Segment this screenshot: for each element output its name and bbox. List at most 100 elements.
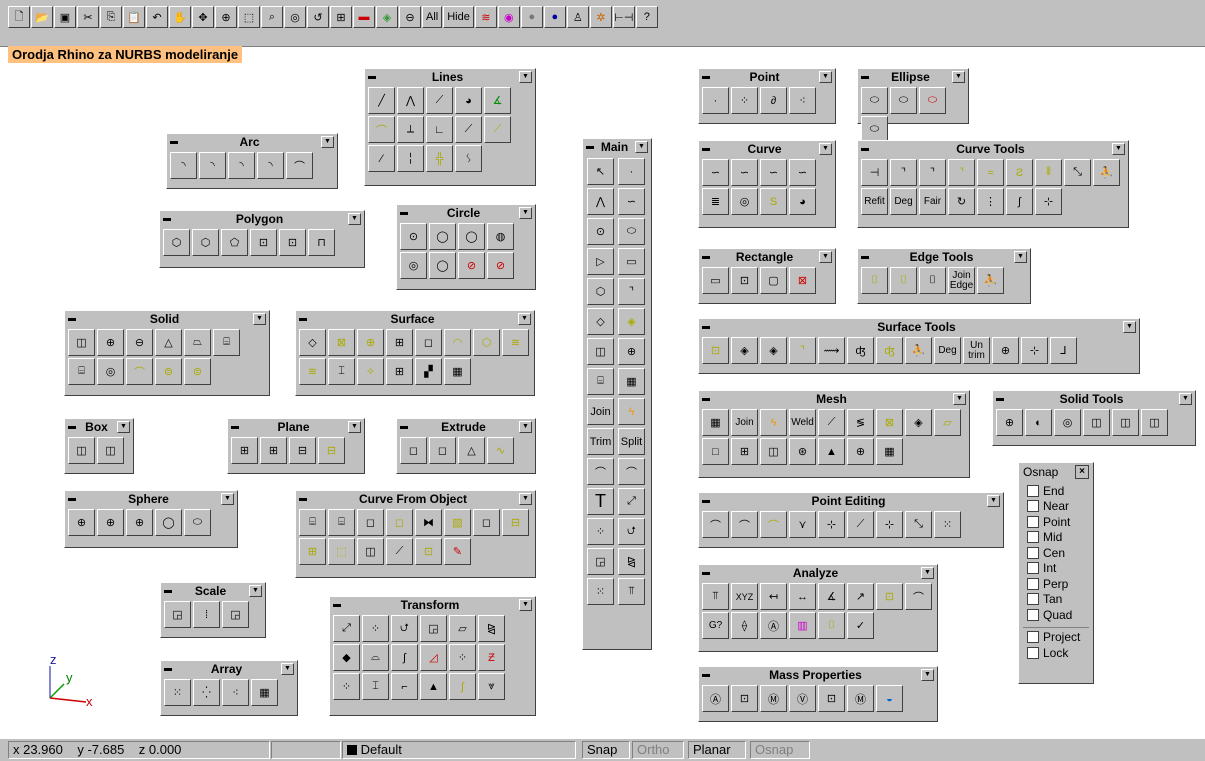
zebra-icon[interactable]: ▥ [789, 612, 816, 639]
surface-direction-icon[interactable]: ⅃ [1050, 337, 1077, 364]
sphere-center-icon[interactable]: ⊕ [68, 509, 95, 536]
panel-menu-icon[interactable] [170, 140, 178, 144]
select-arrow-icon[interactable]: ↖ [587, 158, 614, 185]
draft-angle-icon[interactable]: ⌷ [818, 612, 845, 639]
mesh-main-icon[interactable]: ▦ [618, 368, 645, 395]
line-bisector-icon[interactable]: ∟ [426, 116, 453, 143]
distance-icon[interactable]: ↔ [789, 583, 816, 610]
panel-menu-icon[interactable] [702, 147, 710, 151]
panel-menu-icon[interactable] [299, 317, 307, 321]
insert-knot-surface-icon[interactable]: ⊹ [1021, 337, 1048, 364]
checkbox[interactable] [1027, 484, 1039, 497]
orient-icon[interactable]: ◆ [333, 644, 360, 671]
ellipsoid-icon[interactable]: ⊖ [126, 329, 153, 356]
chevron-down-icon[interactable]: ▼ [819, 71, 832, 83]
polyline-main-icon[interactable]: ⋀ [587, 188, 614, 215]
extrude-curve-icon[interactable]: ◻ [429, 437, 456, 464]
bend-icon[interactable]: ⌶ [362, 673, 389, 700]
move-icon[interactable]: ⤢ [333, 615, 360, 642]
panel-menu-icon[interactable] [299, 497, 307, 501]
blend-curves-icon[interactable]: ⌝ [948, 159, 975, 186]
remove-point-icon[interactable]: ⟋ [847, 511, 874, 538]
pan-hand-icon[interactable]: ✋ [169, 6, 191, 28]
mesh-plane-icon[interactable]: ▱ [934, 409, 961, 436]
osnap-near[interactable]: Near [1019, 499, 1093, 515]
text-button[interactable]: T [587, 488, 614, 515]
chamfer-icon[interactable]: ⌒ [618, 458, 645, 485]
chevron-down-icon[interactable]: ▼ [953, 393, 966, 405]
merge-edge-icon[interactable]: ⌷ [919, 267, 946, 294]
point-icon[interactable]: · [618, 158, 645, 185]
mesh-unweld-icon[interactable]: ⟋ [818, 409, 845, 436]
chevron-down-icon[interactable]: ▼ [280, 663, 294, 675]
surface-edge-icon[interactable]: ⊠ [328, 329, 355, 356]
area-mass-icon[interactable]: Ⓐ [702, 685, 729, 712]
extend-surface-icon[interactable]: ⊡ [702, 337, 729, 364]
circle-tan-tan-icon[interactable]: ⊘ [458, 252, 485, 279]
osnap-quad[interactable]: Quad [1019, 607, 1093, 623]
angle-icon[interactable]: ∡ [818, 583, 845, 610]
cplane-icon[interactable]: ◈ [376, 6, 398, 28]
panel-menu-icon[interactable] [163, 217, 171, 221]
extrude-ribbon-icon[interactable]: ∿ [487, 437, 514, 464]
cylinder-main-icon[interactable]: ⌸ [587, 368, 614, 395]
panel-menu-icon[interactable] [996, 397, 1004, 401]
mesh-from-nurbs-icon[interactable]: ▦ [702, 409, 729, 436]
curve-on-surface-icon[interactable]: ◕ [789, 188, 816, 215]
contour-icon[interactable]: ◻ [357, 509, 384, 536]
twist-icon[interactable]: ∫ [391, 644, 418, 671]
merge-surface-icon[interactable]: ʤ [876, 337, 903, 364]
chevron-down-icon[interactable]: ▼ [518, 207, 532, 219]
curve-cv-icon[interactable]: ∽ [702, 159, 729, 186]
area-icon[interactable]: Ⓐ [760, 612, 787, 639]
multi-point-icon[interactable]: ⁘ [731, 87, 758, 114]
project-icon[interactable]: ▧ [444, 509, 471, 536]
spiral-icon[interactable]: ◎ [731, 188, 758, 215]
mesh-grid-icon[interactable]: ⊞ [731, 438, 758, 465]
osnap-cen[interactable]: Cen [1019, 545, 1093, 561]
panel-menu-icon[interactable] [68, 425, 76, 429]
match-surface-icon[interactable]: ʤ [847, 337, 874, 364]
polygon-rect-icon[interactable]: ⊓ [308, 229, 335, 256]
helix-icon[interactable]: ≣ [702, 188, 729, 215]
insert-knot-icon[interactable]: ⊹ [1035, 188, 1062, 215]
chevron-down-icon[interactable]: ▼ [253, 313, 266, 325]
polygon-star-icon[interactable]: ⊡ [279, 229, 306, 256]
curve-sketch-icon[interactable]: ∽ [760, 159, 787, 186]
insert-kink-icon[interactable]: ⊹ [876, 511, 903, 538]
rectangle-main-icon[interactable]: ▭ [618, 248, 645, 275]
viewports-icon[interactable]: ⊞ [330, 6, 352, 28]
flow-icon[interactable]: ⌓ [362, 644, 389, 671]
taper-icon[interactable]: ⌐ [391, 673, 418, 700]
duplicate-edge-icon[interactable]: ⌸ [299, 509, 326, 536]
xyz-button[interactable]: XYZ [731, 583, 758, 610]
mesh-cone-icon[interactable]: ▲ [818, 438, 845, 465]
osnap-int[interactable]: Int [1019, 561, 1093, 577]
boolean-difference-icon[interactable]: ◐ [1025, 409, 1052, 436]
checkbox[interactable] [1027, 646, 1039, 659]
chevron-down-icon[interactable]: ▼ [347, 421, 361, 433]
sphere-ellipsoid-icon[interactable]: ⬭ [184, 509, 211, 536]
plane-3pt-icon[interactable]: ⊞ [260, 437, 287, 464]
extend-curve-icon[interactable]: ⊣ [861, 159, 888, 186]
panel-menu-icon[interactable] [702, 75, 710, 79]
curve-main-icon[interactable]: ∽ [618, 188, 645, 215]
extract-surface-icon[interactable]: ◫ [1112, 409, 1139, 436]
surface-3pt-icon[interactable]: ◇ [299, 329, 326, 356]
chevron-down-icon[interactable]: ▼ [987, 495, 1000, 507]
chevron-down-icon[interactable]: ▼ [519, 599, 532, 611]
rect-rounded-icon[interactable]: ▢ [760, 267, 787, 294]
insert-point-icon[interactable]: ⊹ [818, 511, 845, 538]
close-curve-icon[interactable]: ⋮ [977, 188, 1004, 215]
fillet-curves-icon[interactable]: ⌝ [890, 159, 917, 186]
new-file-icon[interactable]: 🗋 [8, 6, 30, 28]
surface-planar-icon[interactable]: ⊕ [357, 329, 384, 356]
mesh-heightfield-icon[interactable]: ▦ [876, 438, 903, 465]
hydrostatics-icon[interactable]: ◒ [876, 685, 903, 712]
chevron-down-icon[interactable]: ▼ [221, 493, 234, 505]
scale-1d-icon[interactable]: ⁞ [193, 601, 220, 628]
line-normal-icon[interactable]: ◕ [455, 87, 482, 114]
surface-main-icon[interactable]: ◇ [587, 308, 614, 335]
surface-rect-icon[interactable]: ⊞ [386, 329, 413, 356]
chevron-down-icon[interactable]: ▼ [952, 71, 965, 83]
